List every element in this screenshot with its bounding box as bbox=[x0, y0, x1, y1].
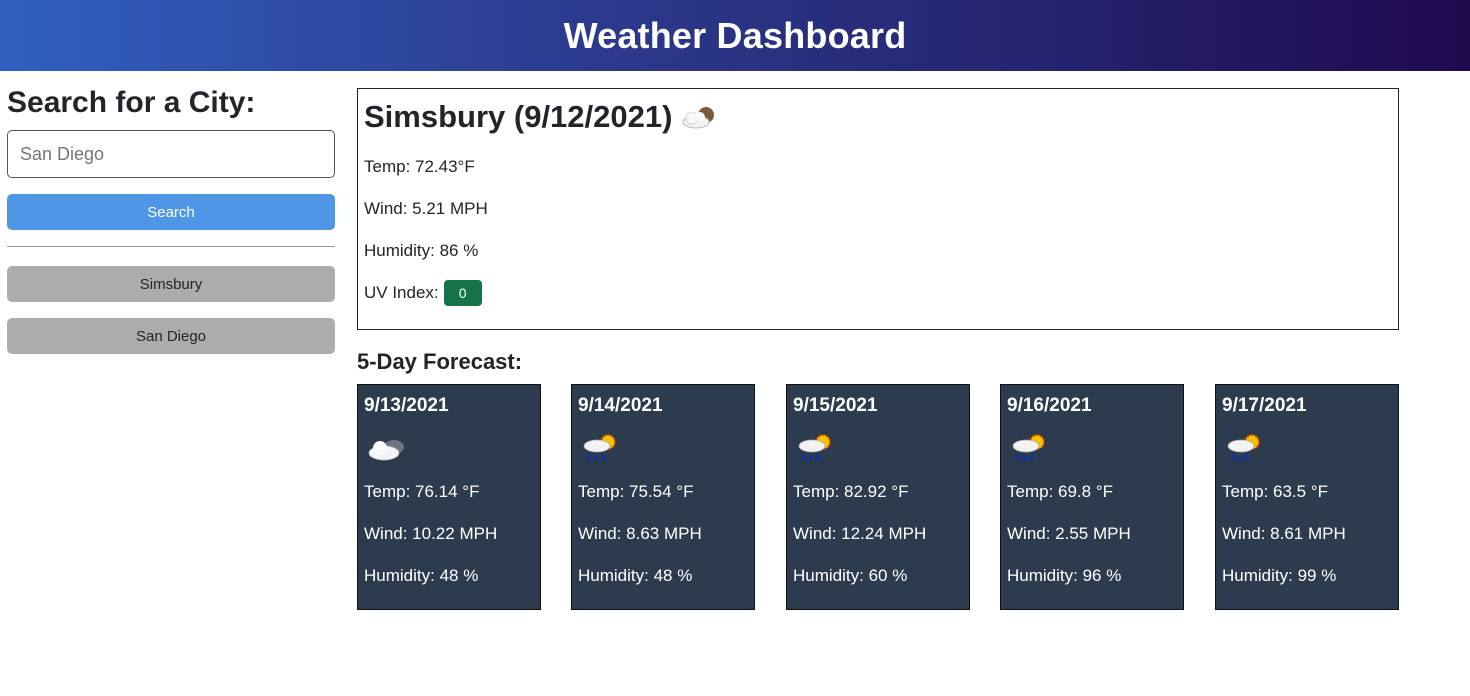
forecast-date: 9/16/2021 bbox=[1007, 395, 1092, 416]
forecast-humidity: Humidity: 96 % bbox=[1007, 566, 1122, 585]
forecast-wind: Wind: 8.61 MPH bbox=[1222, 524, 1346, 543]
rain-sun-icon bbox=[583, 434, 616, 461]
rain-sun-icon bbox=[1012, 434, 1045, 461]
current-humidity: Humidity: 86 % bbox=[364, 241, 479, 260]
search-sidebar: Search for a City: Search Simsbury San D… bbox=[7, 84, 335, 354]
forecast-wind: Wind: 8.63 MPH bbox=[578, 524, 702, 543]
forecast-temp: Temp: 69.8 °F bbox=[1007, 482, 1114, 501]
forecast-card: 9/17/2021 Temp: 63.5 °F Wind: 8.61 MPH H… bbox=[1215, 384, 1399, 610]
rain-sun-icon bbox=[798, 434, 831, 461]
current-weather-heading: Simsbury (9/12/2021) bbox=[364, 97, 1392, 137]
page-title: Weather Dashboard bbox=[563, 14, 907, 56]
forecast-humidity: Humidity: 99 % bbox=[1222, 566, 1337, 585]
cloudy-icon bbox=[368, 440, 404, 461]
forecast-wind: Wind: 2.55 MPH bbox=[1007, 524, 1131, 543]
forecast-wind: Wind: 10.22 MPH bbox=[364, 524, 498, 543]
history-button-san-diego[interactable]: San Diego bbox=[7, 318, 335, 354]
uv-index-label: UV Index: bbox=[364, 283, 439, 302]
forecast-temp: Temp: 76.14 °F bbox=[364, 482, 480, 501]
forecast-temp: Temp: 63.5 °F bbox=[1222, 482, 1329, 501]
current-city-title: Simsbury (9/12/2021) bbox=[364, 99, 673, 134]
rain-sun-icon bbox=[1227, 434, 1260, 461]
forecast-card: 9/15/2021 Temp: 82.92 °F Wind: 12.24 MPH… bbox=[786, 384, 970, 610]
forecast-card: 9/16/2021 Temp: 69.8 °F Wind: 2.55 MPH H… bbox=[1000, 384, 1184, 610]
forecast-humidity: Humidity: 48 % bbox=[578, 566, 693, 585]
forecast-heading: 5-Day Forecast: bbox=[357, 349, 523, 374]
uv-index-badge: 0 bbox=[443, 280, 482, 306]
search-button[interactable]: Search bbox=[7, 194, 335, 230]
forecast-date: 9/14/2021 bbox=[578, 395, 663, 416]
forecast-date: 9/13/2021 bbox=[364, 395, 449, 416]
forecast-temp: Temp: 82.92 °F bbox=[793, 482, 909, 501]
current-temp: Temp: 72.43°F bbox=[364, 157, 475, 176]
forecast-card: 9/13/2021 Temp: 76.14 °F Wind: 10.22 MPH… bbox=[357, 384, 541, 610]
sidebar-divider bbox=[7, 246, 335, 247]
city-search-input[interactable] bbox=[7, 130, 335, 178]
partly-cloudy-icon bbox=[682, 107, 715, 129]
forecast-date: 9/17/2021 bbox=[1222, 395, 1307, 416]
forecast-date: 9/15/2021 bbox=[793, 395, 878, 416]
current-weather-panel: Simsbury (9/12/2021) Temp: 72.43°F Wind:… bbox=[357, 88, 1399, 330]
forecast-humidity: Humidity: 48 % bbox=[364, 566, 479, 585]
history-button-simsbury[interactable]: Simsbury bbox=[7, 266, 335, 302]
current-wind: Wind: 5.21 MPH bbox=[364, 199, 488, 218]
search-heading: Search for a City: bbox=[7, 86, 256, 119]
forecast-wind: Wind: 12.24 MPH bbox=[793, 524, 927, 543]
forecast-card: 9/14/2021 Temp: 75.54 °F Wind: 8.63 MPH … bbox=[571, 384, 755, 610]
app-header: Weather Dashboard bbox=[0, 0, 1470, 71]
forecast-temp: Temp: 75.54 °F bbox=[578, 482, 694, 501]
uv-index-row: UV Index: 0 bbox=[364, 280, 1392, 306]
forecast-humidity: Humidity: 60 % bbox=[793, 566, 908, 585]
